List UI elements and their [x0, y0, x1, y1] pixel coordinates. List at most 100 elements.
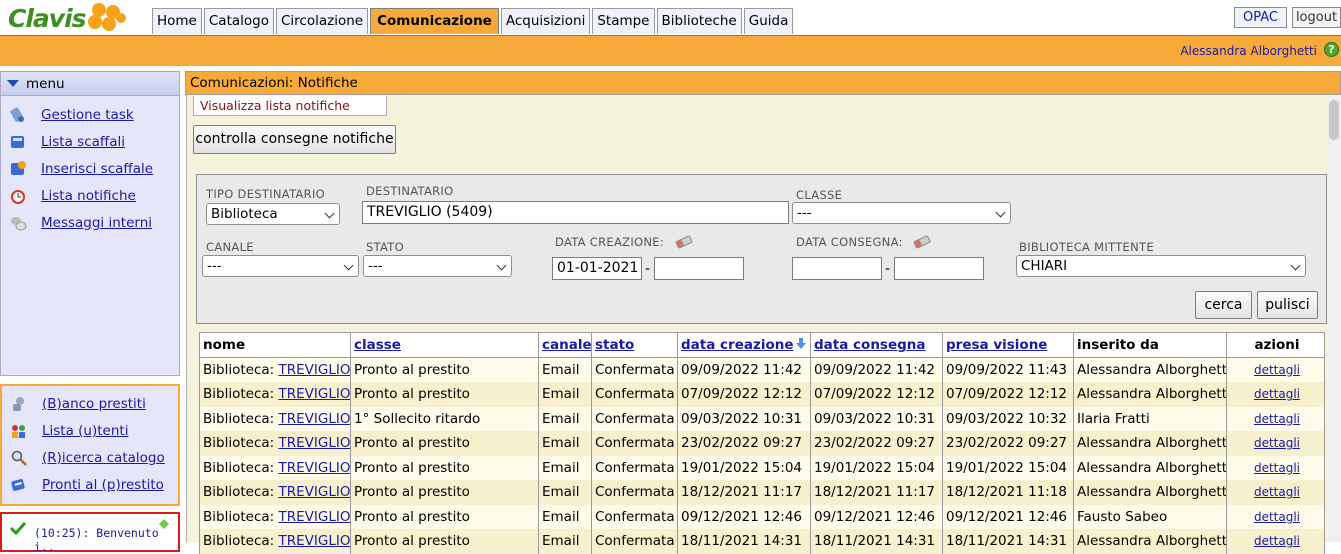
nome-prefix: Biblioteca: — [203, 484, 275, 501]
quick-link-label[interactable]: Pronti al (p)restito — [42, 477, 164, 493]
quick-link-banco-prestiti[interactable]: (B)anco prestiti — [10, 395, 146, 413]
biblioteca-mittente-select[interactable]: CHIARI — [1016, 255, 1306, 277]
clavis-logo[interactable]: Clavis — [8, 2, 132, 34]
data-consegna-from-input[interactable] — [792, 257, 882, 280]
sidebar-item-label[interactable]: Gestione task — [41, 107, 134, 123]
cell-azioni: dettagli — [1226, 480, 1325, 505]
logout-button[interactable]: logout — [1292, 7, 1341, 28]
tab-stampe[interactable]: Stampe — [592, 8, 655, 34]
sidebar-item-messaggi-interni[interactable]: Messaggi interni — [9, 214, 152, 232]
tab-comunicazione[interactable]: Comunicazione — [370, 8, 499, 34]
messages-icon — [9, 214, 27, 232]
col-header-canale[interactable]: canale — [538, 332, 592, 358]
tab-visualizza-lista-notifiche[interactable]: Visualizza lista notifiche — [193, 96, 387, 116]
col-header-data-creazione-label[interactable]: data creazione — [681, 337, 794, 353]
eraser-icon[interactable] — [913, 234, 931, 250]
col-header-stato[interactable]: stato — [591, 332, 678, 358]
quick-link-ricerca-catalogo[interactable]: (R)icerca catalogo — [10, 449, 165, 467]
quick-link-label[interactable]: (B)anco prestiti — [42, 396, 146, 412]
cell-consegna: 19/01/2022 15:04 — [810, 455, 943, 480]
recipient-link[interactable]: TREVIGLIO — [278, 386, 349, 402]
help-icon[interactable]: ? — [1324, 42, 1339, 57]
tab-home[interactable]: Home — [152, 8, 202, 34]
sidebar-item-label[interactable]: Lista notifiche — [41, 188, 136, 204]
cell-classe: Pronto al prestito — [350, 357, 539, 382]
cell-inserito: Alessandra Alborghetti — [1073, 455, 1227, 480]
details-link[interactable]: dettagli — [1254, 387, 1300, 401]
recipient-link[interactable]: TREVIGLIO — [278, 460, 349, 476]
menu-title: menu — [26, 75, 65, 92]
data-creazione-to-input[interactable] — [654, 257, 744, 280]
details-link[interactable]: dettagli — [1254, 510, 1300, 524]
canale-select[interactable]: --- — [202, 255, 359, 277]
tab-acquisizioni[interactable]: Acquisizioni — [500, 8, 591, 34]
cell-nome: Biblioteca: TREVIGLIO — [199, 480, 351, 505]
details-link[interactable]: dettagli — [1254, 461, 1300, 475]
page-scrollbar[interactable] — [1327, 96, 1341, 542]
data-creazione-label: DATA CREAZIONE: — [555, 235, 664, 249]
cell-consegna: 23/02/2022 09:27 — [810, 431, 943, 456]
biblioteca-mittente-value: CHIARI — [1021, 258, 1068, 274]
cell-visione: 09/03/2022 10:32 — [942, 406, 1074, 431]
col-header-presa-visione[interactable]: presa visione — [942, 332, 1074, 358]
cell-creazione: 23/02/2022 09:27 — [677, 431, 811, 456]
destinatario-input[interactable]: TREVIGLIO (5409) — [362, 201, 789, 224]
sidebar-item-gestione-task[interactable]: Gestione task — [9, 106, 134, 124]
details-link[interactable]: dettagli — [1254, 412, 1300, 426]
eraser-icon[interactable] — [675, 234, 693, 250]
check-deliveries-button[interactable]: controlla consegne notifiche — [193, 125, 396, 154]
date-separator: - — [885, 261, 891, 277]
classe-select[interactable]: --- — [792, 202, 1011, 224]
top-bar: Clavis Home Catalogo Circolazione Comunicaz… — [0, 0, 1341, 36]
sidebar-item-lista-notifiche[interactable]: Lista notifiche — [9, 187, 136, 205]
tab-circolazione[interactable]: Circolazione — [275, 8, 369, 34]
recipient-link[interactable]: TREVIGLIO — [278, 411, 349, 427]
col-header-data-creazione[interactable]: data creazione — [677, 332, 811, 358]
sidebar-item-inserisci-scaffale[interactable]: Inserisci scaffale — [9, 160, 153, 178]
recipient-link[interactable]: TREVIGLIO — [278, 509, 349, 525]
sidebar-item-label[interactable]: Lista scaffali — [41, 134, 125, 150]
tipo-destinatario-value: Biblioteca — [211, 206, 278, 222]
cell-creazione: 18/12/2021 11:17 — [677, 480, 811, 505]
sidebar-item-label[interactable]: Messaggi interni — [41, 215, 152, 231]
stato-select[interactable]: --- — [363, 255, 512, 277]
table-row: Biblioteca: TREVIGLIO Pronto al prestito E… — [199, 382, 1325, 407]
quick-link-pronti-prestito[interactable]: Pronti al (p)restito — [10, 476, 164, 494]
details-link[interactable]: dettagli — [1254, 485, 1300, 499]
cell-nome: Biblioteca: TREVIGLIO — [199, 382, 351, 407]
quick-link-lista-utenti[interactable]: Lista (u)tenti — [10, 422, 128, 440]
cell-canale: Email — [538, 529, 592, 554]
data-creazione-from-input[interactable]: 01-01-2021 — [552, 257, 642, 280]
add-message-icon[interactable] — [158, 518, 170, 534]
sidebar-item-lista-scaffali[interactable]: Lista scaffali — [9, 133, 125, 151]
quick-link-label[interactable]: (R)icerca catalogo — [42, 450, 165, 466]
clear-button[interactable]: pulisci — [1257, 291, 1318, 319]
cell-classe: Pronto al prestito — [350, 431, 539, 456]
col-header-data-consegna[interactable]: data consegna — [810, 332, 943, 358]
menu-header[interactable]: menu — [1, 72, 179, 96]
recipient-link[interactable]: TREVIGLIO — [278, 362, 349, 378]
recipient-link[interactable]: TREVIGLIO — [278, 533, 349, 549]
col-header-classe[interactable]: classe — [350, 332, 539, 358]
system-message[interactable]: (10:25): Benvenuto i.. — [34, 526, 178, 554]
tab-biblioteche[interactable]: Biblioteche — [656, 8, 742, 34]
details-link[interactable]: dettagli — [1254, 436, 1300, 450]
recipient-link[interactable]: TREVIGLIO — [278, 484, 349, 500]
logo-flower-icon — [87, 3, 132, 33]
scrollbar-thumb[interactable] — [1329, 100, 1339, 140]
sidebar-item-label[interactable]: Inserisci scaffale — [41, 161, 153, 177]
opac-button[interactable]: OPAC — [1234, 7, 1287, 28]
details-link[interactable]: dettagli — [1254, 363, 1300, 377]
quick-link-label[interactable]: Lista (u)tenti — [42, 423, 128, 439]
current-user[interactable]: Alessandra Alborghetti — [1180, 44, 1317, 58]
cell-creazione: 09/03/2022 10:31 — [677, 406, 811, 431]
tab-guida[interactable]: Guida — [743, 8, 794, 34]
tipo-destinatario-select[interactable]: Biblioteca — [206, 203, 340, 225]
cell-consegna: 09/03/2022 10:31 — [810, 406, 943, 431]
details-link[interactable]: dettagli — [1254, 534, 1300, 548]
recipient-link[interactable]: TREVIGLIO — [278, 435, 349, 451]
tab-catalogo[interactable]: Catalogo — [203, 8, 274, 34]
search-button[interactable]: cerca — [1195, 291, 1252, 319]
stato-value: --- — [368, 258, 383, 274]
data-consegna-to-input[interactable] — [894, 257, 984, 280]
